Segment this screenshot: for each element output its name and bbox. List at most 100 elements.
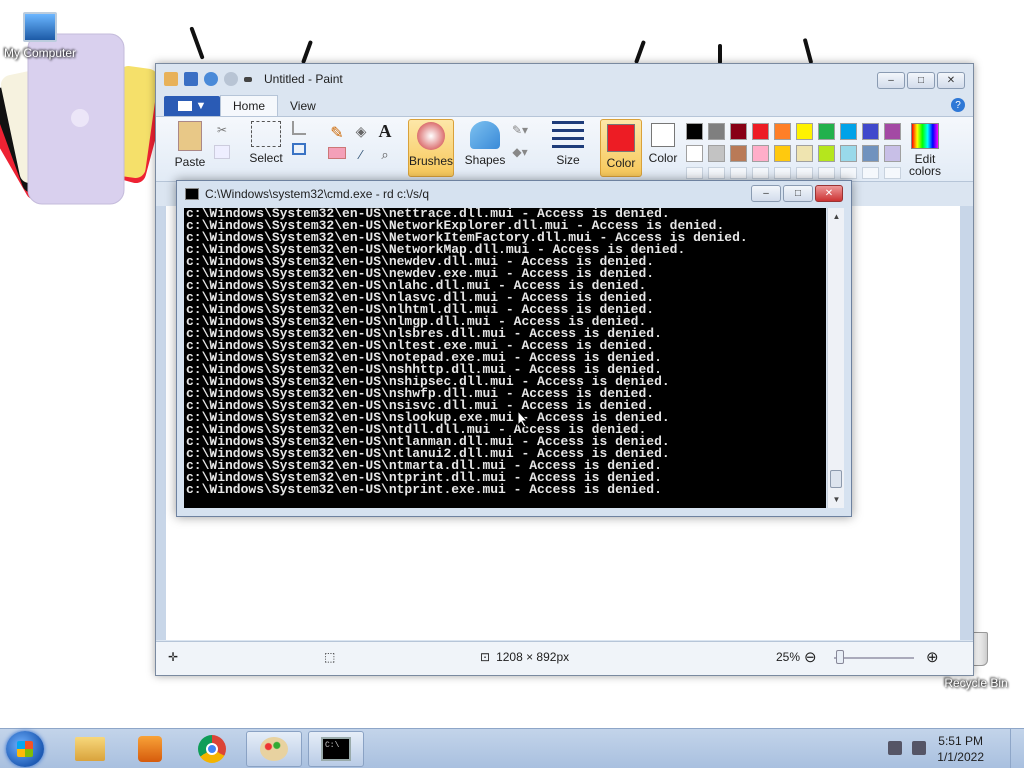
line-size-icon bbox=[552, 121, 584, 149]
fill-tool[interactable]: ◈ bbox=[352, 123, 370, 141]
status-bar: ✛ ⬚ ⊡ 1208 × 892px 25% ⊖ ⊕ bbox=[156, 641, 973, 675]
palette-swatch[interactable] bbox=[774, 123, 791, 140]
outline-button[interactable]: ✎▾ bbox=[508, 123, 532, 137]
palette-swatch[interactable] bbox=[884, 145, 901, 162]
zoom-in-button[interactable]: ⊕ bbox=[926, 648, 939, 666]
media-player-icon bbox=[138, 736, 162, 762]
minimize-button[interactable]: – bbox=[877, 72, 905, 89]
save-icon[interactable] bbox=[184, 72, 198, 86]
chevron-down-icon: ▼ bbox=[195, 100, 207, 112]
palette-swatch[interactable] bbox=[884, 123, 901, 140]
scroll-up-arrow-icon[interactable]: ▲ bbox=[828, 208, 845, 225]
close-button[interactable]: ✕ bbox=[937, 72, 965, 89]
palette-swatch-empty[interactable] bbox=[752, 167, 769, 179]
cursor-position-icon: ✛ bbox=[168, 650, 179, 664]
paste-button[interactable]: Paste bbox=[170, 121, 210, 169]
cut-button[interactable]: ✂ bbox=[214, 123, 230, 137]
text-tool[interactable]: A bbox=[376, 121, 394, 141]
palette-swatch[interactable] bbox=[752, 123, 769, 140]
resize-button[interactable] bbox=[292, 143, 306, 155]
palette-swatch[interactable] bbox=[862, 123, 879, 140]
tab-home[interactable]: Home bbox=[220, 95, 279, 116]
taskbar-cmd[interactable]: C:\ bbox=[308, 731, 364, 767]
customize-dropdown-icon[interactable] bbox=[244, 76, 252, 82]
palette-swatch[interactable] bbox=[730, 123, 747, 140]
palette-swatch-empty[interactable] bbox=[796, 167, 813, 179]
palette-swatch[interactable] bbox=[796, 123, 813, 140]
size-button[interactable]: Size bbox=[548, 121, 588, 167]
palette-swatch[interactable] bbox=[708, 145, 725, 162]
pencil-tool[interactable]: ✎ bbox=[328, 123, 346, 142]
palette-swatch[interactable] bbox=[818, 145, 835, 162]
tab-view[interactable]: View bbox=[278, 96, 328, 116]
palette-swatch-empty[interactable] bbox=[840, 167, 857, 179]
cmd-maximize-button[interactable]: □ bbox=[783, 185, 813, 202]
edit-colors-button[interactable]: Edit colors bbox=[904, 123, 946, 177]
palette-swatch-empty[interactable] bbox=[884, 167, 901, 179]
palette-swatch-empty[interactable] bbox=[730, 167, 747, 179]
paint-titlebar[interactable]: Untitled - Paint – □ ✕ bbox=[156, 64, 973, 94]
redo-icon[interactable] bbox=[224, 72, 238, 86]
taskbar-media-player[interactable] bbox=[122, 731, 178, 767]
show-desktop-button[interactable] bbox=[1010, 729, 1024, 768]
scroll-down-arrow-icon[interactable]: ▼ bbox=[828, 491, 845, 508]
wallpaper-stroke bbox=[301, 40, 313, 64]
crop-button[interactable] bbox=[292, 121, 306, 135]
eraser-tool[interactable] bbox=[328, 147, 346, 159]
color2-label: Color bbox=[648, 151, 678, 165]
cmd-close-button[interactable]: ✕ bbox=[815, 185, 843, 202]
color-picker-tool[interactable]: ⁄ bbox=[352, 147, 370, 162]
palette-swatch-empty[interactable] bbox=[862, 167, 879, 179]
undo-icon[interactable] bbox=[204, 72, 218, 86]
zoom-slider-thumb[interactable] bbox=[836, 650, 844, 664]
palette-swatch[interactable] bbox=[840, 145, 857, 162]
color2-button[interactable]: Color bbox=[646, 123, 680, 165]
palette-swatch-empty[interactable] bbox=[708, 167, 725, 179]
select-button[interactable]: Select bbox=[244, 121, 288, 165]
paste-label: Paste bbox=[174, 155, 206, 169]
palette-swatch-empty[interactable] bbox=[686, 167, 703, 179]
palette-swatch-empty[interactable] bbox=[818, 167, 835, 179]
maximize-button[interactable]: □ bbox=[907, 72, 935, 89]
palette-swatch-empty[interactable] bbox=[774, 167, 791, 179]
chrome-icon bbox=[198, 735, 226, 763]
wallpaper-stroke bbox=[802, 37, 814, 65]
help-button[interactable]: ? bbox=[951, 98, 965, 112]
vertical-scrollbar[interactable]: ▲ ▼ bbox=[827, 208, 844, 508]
palette-swatch[interactable] bbox=[686, 123, 703, 140]
scrollbar-thumb[interactable] bbox=[830, 470, 842, 488]
color1-button[interactable]: Color bbox=[600, 119, 642, 177]
wallpaper-stroke bbox=[634, 40, 646, 64]
network-icon[interactable] bbox=[888, 741, 902, 755]
cmd-titlebar[interactable]: C:\Windows\system32\cmd.exe - rd c:\/s/q… bbox=[177, 181, 851, 207]
cmd-minimize-button[interactable]: – bbox=[751, 185, 781, 202]
shapes-button[interactable]: Shapes bbox=[462, 121, 508, 167]
zoom-slider[interactable] bbox=[834, 657, 914, 659]
file-menu-button[interactable]: ▼ bbox=[164, 96, 220, 116]
taskbar: C:\ 5:51 PM 1/1/2022 bbox=[0, 728, 1024, 768]
fill-button[interactable]: ◆▾ bbox=[508, 145, 532, 159]
console-line: c:\Windows\System32\en-US\ntprint.exe.mu… bbox=[186, 482, 662, 497]
zoom-out-button[interactable]: ⊖ bbox=[804, 648, 817, 666]
palette-swatch[interactable] bbox=[862, 145, 879, 162]
start-button[interactable] bbox=[6, 731, 44, 767]
desktop-icon-my-computer[interactable]: My Computer bbox=[0, 12, 80, 60]
brushes-button[interactable]: Brushes bbox=[408, 119, 454, 177]
palette-swatch[interactable] bbox=[818, 123, 835, 140]
taskbar-explorer[interactable] bbox=[62, 731, 118, 767]
console-output[interactable]: c:\Windows\System32\en-US\nettrace.dll.m… bbox=[184, 208, 826, 508]
palette-swatch[interactable] bbox=[730, 145, 747, 162]
palette-swatch[interactable] bbox=[708, 123, 725, 140]
palette-swatch[interactable] bbox=[840, 123, 857, 140]
palette-swatch[interactable] bbox=[774, 145, 791, 162]
taskbar-paint[interactable] bbox=[246, 731, 302, 767]
paint-app-icon bbox=[164, 72, 178, 86]
copy-button[interactable] bbox=[214, 145, 230, 159]
clock[interactable]: 5:51 PM 1/1/2022 bbox=[937, 733, 984, 765]
palette-swatch[interactable] bbox=[686, 145, 703, 162]
magnifier-tool[interactable]: ⌕ bbox=[376, 147, 394, 162]
volume-icon[interactable] bbox=[912, 741, 926, 755]
palette-swatch[interactable] bbox=[796, 145, 813, 162]
palette-swatch[interactable] bbox=[752, 145, 769, 162]
taskbar-chrome[interactable] bbox=[184, 731, 240, 767]
